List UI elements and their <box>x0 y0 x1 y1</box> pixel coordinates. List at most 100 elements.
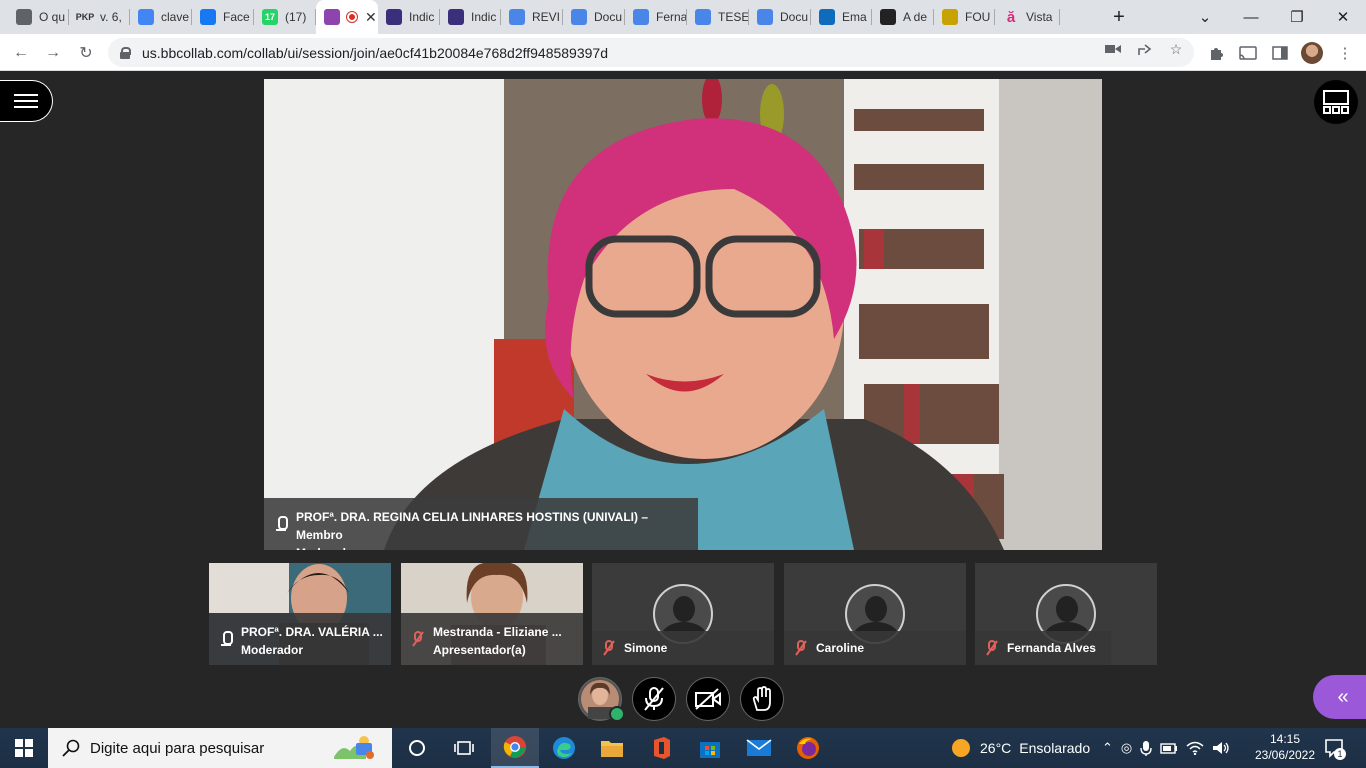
my-status-button[interactable] <box>578 677 625 722</box>
google-icon <box>138 9 154 25</box>
indicator-icon <box>386 9 402 25</box>
browser-tab[interactable]: Face <box>192 0 254 34</box>
microphone-off-icon <box>603 640 615 656</box>
clock[interactable]: 14:15 23/06/2022 <box>1250 731 1320 763</box>
double-chevron-left-icon: « <box>1337 685 1349 708</box>
tab-close-icon[interactable]: ✕ <box>365 9 377 26</box>
task-view-icon[interactable] <box>449 734 479 762</box>
tab-search-button[interactable]: ⌄ <box>1182 0 1228 34</box>
camera-in-use-icon[interactable]: ◎ <box>1121 740 1132 756</box>
forward-button[interactable]: → <box>40 40 66 66</box>
taskbar-search-box[interactable]: Digite aqui para pesquisar <box>48 728 392 768</box>
cortana-icon[interactable] <box>402 734 432 762</box>
close-window-button[interactable]: ✕ <box>1320 0 1366 34</box>
microphone-in-use-icon[interactable] <box>1140 740 1152 756</box>
participant-caption: Simone <box>592 631 774 665</box>
book-icon <box>880 9 896 25</box>
browser-tab-label: clave <box>161 10 190 24</box>
extensions-puzzle-icon[interactable] <box>1206 43 1226 63</box>
browser-tab-label: Indic <box>471 10 497 24</box>
browser-tab-label: REVI <box>532 10 561 24</box>
weather-description: Ensolarado <box>1019 740 1091 756</box>
microphone-on-icon <box>276 516 288 532</box>
start-button[interactable] <box>0 728 48 768</box>
microphone-on-icon <box>221 631 233 647</box>
profile-avatar[interactable] <box>1301 42 1323 64</box>
camera-toggle-button[interactable] <box>686 677 730 721</box>
browser-tab[interactable]: Docu <box>563 0 625 34</box>
collaborate-panel-button[interactable]: « <box>1313 675 1366 719</box>
chrome-taskbar-icon[interactable] <box>491 728 539 768</box>
bookmark-star-icon[interactable]: ☆ <box>1167 41 1185 57</box>
raise-hand-button[interactable] <box>740 677 784 721</box>
wifi-icon[interactable] <box>1186 741 1204 755</box>
browser-tab[interactable]: ✕ <box>316 0 378 34</box>
active-speaker-video: PROFª. DRA. REGINA CELIA LINHARES HOSTIN… <box>264 79 1102 550</box>
file-explorer-icon[interactable] <box>597 734 627 762</box>
browser-tab[interactable]: TESE <box>687 0 749 34</box>
lock-icon <box>120 46 131 59</box>
share-icon[interactable] <box>1136 41 1154 57</box>
browser-tab[interactable]: REVI <box>501 0 563 34</box>
browser-tab-label: v. 6, <box>100 10 122 24</box>
grid-layout-icon <box>1323 90 1349 114</box>
browser-tab-label: Docu <box>780 10 809 24</box>
participant-name: Caroline <box>816 641 865 655</box>
volume-icon[interactable] <box>1212 741 1230 755</box>
participant-tile[interactable]: Simone <box>592 563 774 665</box>
layout-toggle-button[interactable] <box>1314 80 1358 124</box>
microphone-off-icon <box>795 640 807 656</box>
browser-tab[interactable]: O qu <box>8 0 69 34</box>
session-controls <box>578 677 784 722</box>
clock-date: 23/06/2022 <box>1254 748 1316 762</box>
address-bar[interactable]: us.bbcollab.com/collab/ui/session/join/a… <box>108 38 1194 67</box>
hamburger-icon <box>14 100 38 102</box>
participant-tile[interactable]: Fernanda Alves <box>975 563 1157 665</box>
more-menu-icon[interactable]: ⋮ <box>1335 43 1355 63</box>
browser-tab[interactable]: FOU <box>934 0 995 34</box>
cast-icon[interactable] <box>1238 43 1258 63</box>
browser-tab[interactable]: PKP v. 6, <box>69 0 130 34</box>
office-icon[interactable] <box>646 734 676 762</box>
microphone-off-icon <box>412 631 424 647</box>
browser-tab[interactable]: Ferna <box>625 0 687 34</box>
available-status-icon <box>609 706 625 722</box>
browser-tab[interactable]: Indic <box>378 0 440 34</box>
session-menu-button[interactable] <box>0 80 53 122</box>
side-panel-icon[interactable] <box>1270 43 1290 63</box>
microphone-toggle-button[interactable] <box>632 677 676 721</box>
browser-tab[interactable]: A de <box>872 0 934 34</box>
restore-button[interactable]: ❐ <box>1274 0 1320 34</box>
browser-tab-label: Ferna <box>656 10 687 24</box>
back-button[interactable]: ← <box>8 40 34 66</box>
browser-tab[interactable]: Docu <box>749 0 811 34</box>
microsoft-store-icon[interactable] <box>695 734 725 762</box>
speaker-video-frame <box>264 79 1102 550</box>
camera-permission-icon[interactable] <box>1104 41 1122 57</box>
participant-tile[interactable]: Caroline <box>784 563 966 665</box>
notification-center-button[interactable]: 1 <box>1322 736 1346 760</box>
browser-tab-label: Ema <box>842 10 867 24</box>
browser-tab[interactable]: 17 (17) <box>254 0 316 34</box>
participant-name: Simone <box>624 641 668 655</box>
browser-tab[interactable]: Indic <box>440 0 501 34</box>
weather-widget[interactable]: 26°C Ensolarado <box>952 728 1090 768</box>
browser-tab-label: Vista <box>1026 10 1053 24</box>
chevron-up-icon[interactable]: ⌃ <box>1102 740 1113 756</box>
battery-icon[interactable] <box>1160 742 1178 754</box>
windows-taskbar: Digite aqui para pesquisar 26°C Ensolara… <box>0 728 1366 768</box>
browser-tab[interactable]: Ema <box>811 0 872 34</box>
minimize-button[interactable]: — <box>1228 0 1274 34</box>
participant-tile[interactable]: Mestranda - Eliziane ... Apresentador(a) <box>401 563 583 665</box>
participant-tile[interactable]: PROFª. DRA. VALÉRIA ... Moderador <box>209 563 391 665</box>
windows-logo-icon <box>15 739 33 757</box>
browser-tab[interactable]: ă Vista <box>995 0 1060 34</box>
firefox-icon[interactable] <box>793 734 823 762</box>
mail-icon[interactable] <box>744 734 774 762</box>
reload-button[interactable]: ↻ <box>73 40 99 66</box>
participant-caption: Caroline <box>784 631 966 665</box>
edge-taskbar-icon[interactable] <box>549 734 579 762</box>
raise-hand-icon <box>752 686 771 711</box>
browser-tab[interactable]: clave <box>130 0 192 34</box>
new-tab-button[interactable]: + <box>1096 0 1142 34</box>
